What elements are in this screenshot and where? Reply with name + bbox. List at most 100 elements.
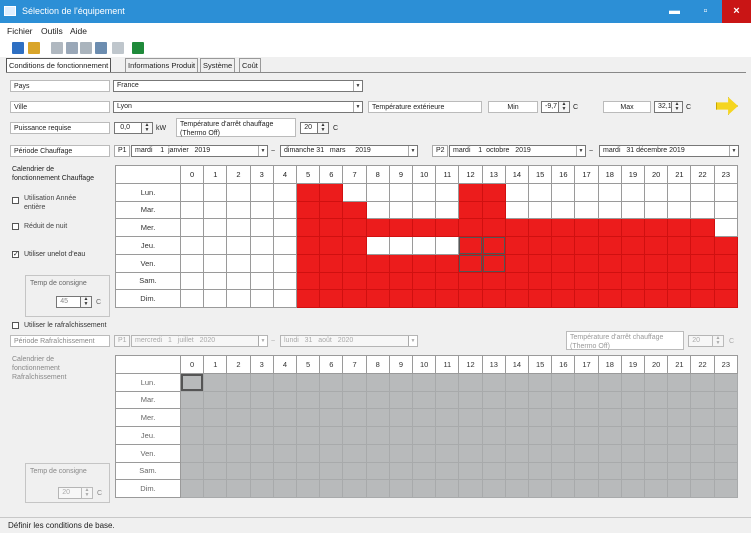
hour-header[interactable]: 0 bbox=[179, 165, 205, 184]
tab-cout[interactable]: Coût bbox=[239, 58, 261, 72]
hour-cell[interactable] bbox=[690, 479, 715, 498]
hour-cell[interactable] bbox=[504, 218, 530, 237]
hour-cell[interactable] bbox=[481, 443, 506, 463]
hour-cell[interactable] bbox=[249, 200, 274, 220]
hour-cell[interactable] bbox=[412, 200, 437, 220]
hour-cell[interactable] bbox=[435, 236, 460, 255]
hour-cell[interactable] bbox=[272, 479, 298, 498]
hour-cell[interactable] bbox=[203, 443, 228, 463]
hour-cell[interactable] bbox=[226, 236, 251, 255]
hour-cell[interactable] bbox=[458, 289, 483, 308]
hour-cell[interactable] bbox=[458, 200, 483, 220]
hour-cell[interactable] bbox=[365, 479, 390, 498]
hour-cell[interactable] bbox=[504, 426, 530, 445]
hour-header[interactable]: 20 bbox=[644, 355, 669, 374]
hour-cell[interactable] bbox=[713, 182, 739, 202]
hour-cell[interactable] bbox=[667, 443, 692, 463]
hour-cell[interactable] bbox=[249, 253, 274, 273]
hour-header[interactable]: 12 bbox=[458, 165, 483, 184]
hour-cell[interactable] bbox=[412, 372, 437, 392]
hour-header[interactable]: 8 bbox=[365, 165, 390, 184]
hour-header[interactable]: 10 bbox=[412, 355, 437, 374]
hour-cell[interactable] bbox=[481, 479, 506, 498]
hour-cell[interactable] bbox=[597, 271, 622, 291]
hour-cell[interactable] bbox=[435, 218, 460, 237]
hour-cell[interactable] bbox=[504, 390, 530, 410]
hour-cell[interactable] bbox=[574, 426, 599, 445]
hour-cell[interactable] bbox=[342, 443, 367, 463]
hour-cell[interactable] bbox=[504, 443, 530, 463]
hour-header[interactable]: 8 bbox=[365, 355, 390, 374]
hour-cell[interactable] bbox=[412, 236, 437, 255]
hour-cell[interactable] bbox=[272, 271, 298, 291]
hour-cell[interactable] bbox=[296, 271, 321, 291]
hour-cell[interactable] bbox=[504, 461, 530, 481]
hour-cell[interactable] bbox=[713, 426, 739, 445]
hour-cell[interactable] bbox=[644, 200, 669, 220]
hour-cell[interactable] bbox=[272, 408, 298, 427]
hour-cell[interactable] bbox=[481, 426, 506, 445]
tab-informations-produit[interactable]: Informations Produit bbox=[125, 58, 199, 72]
hour-cell[interactable] bbox=[203, 271, 228, 291]
hour-cell[interactable] bbox=[179, 289, 205, 308]
hour-cell[interactable] bbox=[272, 289, 298, 308]
hour-cell[interactable] bbox=[504, 236, 530, 255]
hour-cell[interactable] bbox=[458, 461, 483, 481]
hour-cell[interactable] bbox=[319, 200, 344, 220]
hour-cell[interactable] bbox=[203, 236, 228, 255]
hour-cell[interactable] bbox=[296, 218, 321, 237]
hour-cell[interactable] bbox=[179, 426, 205, 445]
hour-cell[interactable] bbox=[412, 289, 437, 308]
hour-cell[interactable] bbox=[597, 182, 622, 202]
ville-select[interactable]: Lyon ▼ bbox=[113, 101, 363, 113]
zoom-icon[interactable] bbox=[95, 42, 107, 54]
raf-arret-spin[interactable]: ▲ ▼ bbox=[712, 335, 724, 347]
pays-select[interactable]: France ▼ bbox=[113, 80, 363, 92]
hour-cell[interactable] bbox=[296, 182, 321, 202]
hour-cell[interactable] bbox=[528, 443, 553, 463]
hour-cell[interactable] bbox=[342, 271, 367, 291]
hour-cell[interactable] bbox=[597, 443, 622, 463]
min-spin[interactable]: ▲ ▼ bbox=[558, 101, 570, 113]
hour-cell[interactable] bbox=[296, 372, 321, 392]
hour-cell[interactable] bbox=[620, 289, 646, 308]
hour-cell[interactable] bbox=[412, 479, 437, 498]
hour-cell[interactable] bbox=[203, 408, 228, 427]
hour-cell[interactable] bbox=[528, 461, 553, 481]
hour-cell[interactable] bbox=[458, 253, 483, 273]
hour-cell[interactable] bbox=[620, 426, 646, 445]
hour-cell[interactable] bbox=[620, 390, 646, 410]
hour-header[interactable]: 5 bbox=[296, 355, 321, 374]
hour-cell[interactable] bbox=[249, 271, 274, 291]
hour-cell[interactable] bbox=[249, 443, 274, 463]
hour-cell[interactable] bbox=[458, 218, 483, 237]
hour-cell[interactable] bbox=[249, 426, 274, 445]
hour-cell[interactable] bbox=[551, 236, 576, 255]
hour-cell[interactable] bbox=[528, 182, 553, 202]
hour-cell[interactable] bbox=[504, 271, 530, 291]
reduit-nuit-checkbox[interactable] bbox=[12, 223, 19, 230]
hour-cell[interactable] bbox=[435, 443, 460, 463]
hour-cell[interactable] bbox=[412, 443, 437, 463]
hour-cell[interactable] bbox=[644, 479, 669, 498]
hour-cell[interactable] bbox=[435, 372, 460, 392]
hour-header[interactable]: 3 bbox=[249, 355, 274, 374]
hour-cell[interactable] bbox=[713, 461, 739, 481]
hour-cell[interactable] bbox=[551, 426, 576, 445]
maximize-button[interactable]: ▫ bbox=[691, 0, 720, 23]
hour-cell[interactable] bbox=[319, 271, 344, 291]
hour-cell[interactable] bbox=[388, 443, 414, 463]
hour-cell[interactable] bbox=[667, 461, 692, 481]
hour-cell[interactable] bbox=[272, 390, 298, 410]
arret-spin[interactable]: ▲ ▼ bbox=[317, 122, 329, 134]
hour-cell[interactable] bbox=[365, 372, 390, 392]
hour-cell[interactable] bbox=[620, 479, 646, 498]
hour-cell[interactable] bbox=[551, 372, 576, 392]
hour-cell[interactable] bbox=[551, 408, 576, 427]
hour-cell[interactable] bbox=[667, 372, 692, 392]
close-button[interactable]: × bbox=[722, 0, 751, 23]
hour-cell[interactable] bbox=[481, 200, 506, 220]
hour-cell[interactable] bbox=[365, 253, 390, 273]
hour-cell[interactable] bbox=[528, 426, 553, 445]
hour-cell[interactable] bbox=[365, 271, 390, 291]
